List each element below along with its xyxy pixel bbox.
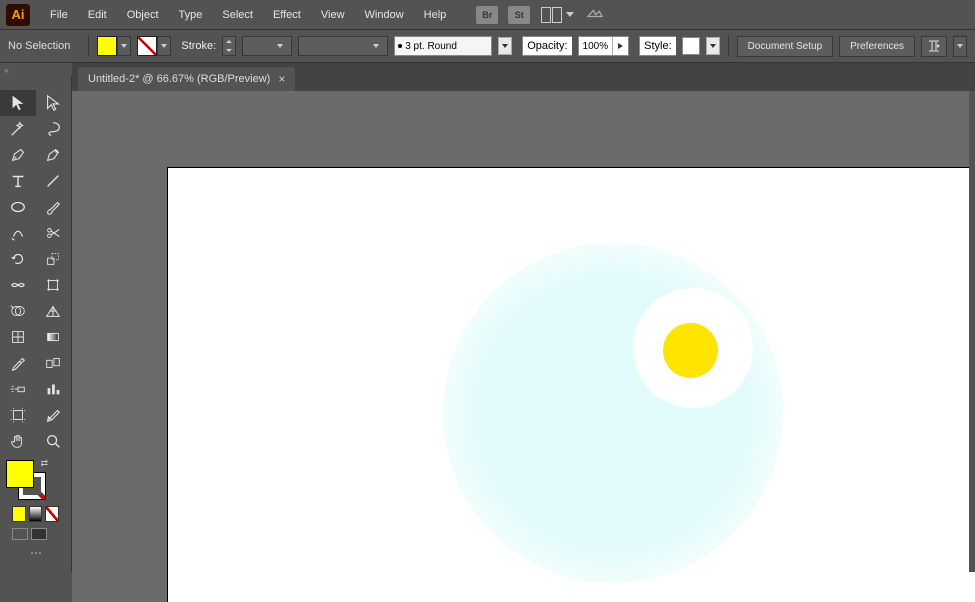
blend-tool[interactable] xyxy=(36,350,72,376)
preferences-button[interactable]: Preferences xyxy=(839,36,915,57)
edit-toolbar-icon[interactable] xyxy=(27,552,45,562)
width-tool[interactable] xyxy=(0,272,36,298)
artboard-tool[interactable] xyxy=(0,402,36,428)
menu-effect[interactable]: Effect xyxy=(263,5,311,25)
shaper-tool[interactable] xyxy=(0,220,36,246)
color-mode-solid[interactable] xyxy=(12,506,26,522)
curvature-tool[interactable] xyxy=(36,142,72,168)
scissors-tool[interactable] xyxy=(36,220,72,246)
magic-wand-tool[interactable] xyxy=(0,116,36,142)
selection-tool[interactable] xyxy=(0,90,36,116)
rotate-tool[interactable] xyxy=(0,246,36,272)
direct-selection-tool[interactable] xyxy=(36,90,72,116)
hand-tool[interactable] xyxy=(0,428,36,454)
chevron-right-icon xyxy=(612,37,628,55)
color-mode-none[interactable] xyxy=(45,506,59,522)
menu-select[interactable]: Select xyxy=(212,5,263,25)
artboard[interactable] xyxy=(168,168,975,602)
document-tabbar: Untitled-2* @ 66.67% (RGB/Preview) × xyxy=(72,63,975,91)
symbol-sprayer-tool[interactable] xyxy=(0,376,36,402)
options-bar: No Selection Stroke: 3 pt. Round Opacity… xyxy=(0,29,975,63)
swap-fill-stroke-icon[interactable]: ⇄ xyxy=(40,458,48,469)
slice-tool[interactable] xyxy=(36,402,72,428)
menu-edit[interactable]: Edit xyxy=(78,5,117,25)
ellipse-tool[interactable] xyxy=(0,194,36,220)
stroke-none-icon xyxy=(137,36,157,56)
menu-help[interactable]: Help xyxy=(414,5,457,25)
tools-panel: ⇄ xyxy=(0,76,72,572)
style-dropdown-arrow[interactable] xyxy=(706,37,720,55)
mesh-tool[interactable] xyxy=(0,324,36,350)
chevron-down-icon[interactable] xyxy=(953,36,967,57)
fill-box[interactable] xyxy=(6,460,34,488)
free-transform-tool[interactable] xyxy=(36,272,72,298)
fill-swatch[interactable] xyxy=(97,36,131,56)
gradient-tool[interactable] xyxy=(36,324,72,350)
paintbrush-tool[interactable] xyxy=(36,194,72,220)
fill-stroke-control[interactable]: ⇄ xyxy=(6,460,46,500)
menubar-right: Br St xyxy=(476,6,606,24)
close-icon[interactable]: × xyxy=(278,72,285,86)
selection-label: No Selection xyxy=(8,40,70,52)
brush-dropdown-arrow[interactable] xyxy=(498,37,512,55)
chevron-down-icon xyxy=(117,36,131,56)
column-graph-tool[interactable] xyxy=(36,376,72,402)
brush-definition[interactable]: 3 pt. Round xyxy=(394,36,492,56)
bridge-icon[interactable]: Br xyxy=(476,6,498,24)
perspective-grid-tool[interactable] xyxy=(36,298,72,324)
scale-tool[interactable] xyxy=(36,246,72,272)
menu-object[interactable]: Object xyxy=(117,5,169,25)
chevron-down-icon xyxy=(566,12,574,17)
align-to-button[interactable] xyxy=(921,36,947,57)
canvas-area[interactable] xyxy=(72,91,975,602)
chevron-down-icon xyxy=(273,36,287,56)
screen-mode-row xyxy=(6,524,65,544)
chevron-down-icon xyxy=(369,36,383,56)
zoom-tool[interactable] xyxy=(36,428,72,454)
arrange-documents[interactable] xyxy=(540,7,574,23)
document-tab-title: Untitled-2* @ 66.67% (RGB/Preview) xyxy=(88,73,270,85)
eyedropper-tool[interactable] xyxy=(0,350,36,376)
menu-view[interactable]: View xyxy=(311,5,355,25)
artwork-soft-circle[interactable] xyxy=(443,243,783,583)
menu-type[interactable]: Type xyxy=(169,5,213,25)
opacity-input[interactable]: 100% xyxy=(578,36,630,56)
stroke-weight-stepper[interactable] xyxy=(222,36,236,56)
color-mode-row xyxy=(6,504,65,524)
type-tool[interactable] xyxy=(0,168,36,194)
fill-color-icon xyxy=(97,36,117,56)
line-tool[interactable] xyxy=(36,168,72,194)
stroke-swatch[interactable] xyxy=(137,36,171,56)
color-controls: ⇄ xyxy=(0,454,71,562)
menubar: Ai File Edit Object Type Select Effect V… xyxy=(0,0,975,29)
stroke-weight-input[interactable] xyxy=(242,36,292,56)
style-label: Style: xyxy=(639,36,676,56)
chevron-down-icon xyxy=(157,36,171,56)
color-mode-gradient[interactable] xyxy=(29,506,43,522)
shape-builder-tool[interactable] xyxy=(0,298,36,324)
document-setup-button[interactable]: Document Setup xyxy=(737,36,833,57)
lasso-tool[interactable] xyxy=(36,116,72,142)
dot-icon xyxy=(398,44,402,48)
stock-icon[interactable]: St xyxy=(508,6,530,24)
app-icon: Ai xyxy=(6,4,30,26)
menu-window[interactable]: Window xyxy=(355,5,414,25)
menu-file[interactable]: File xyxy=(40,5,78,25)
gpu-preview-icon[interactable] xyxy=(584,6,606,23)
graphic-style-swatch[interactable] xyxy=(682,37,700,55)
pen-tool[interactable] xyxy=(0,142,36,168)
stroke-label: Stroke: xyxy=(181,40,216,52)
screen-mode-normal[interactable] xyxy=(12,528,28,540)
artwork-yellow-circle[interactable] xyxy=(663,323,718,378)
opacity-label: Opacity: xyxy=(522,36,571,56)
vertical-scrollbar[interactable] xyxy=(969,91,975,572)
panel-collapse-handle[interactable] xyxy=(0,63,72,77)
variable-width-profile[interactable] xyxy=(298,36,388,56)
screen-mode-full[interactable] xyxy=(31,528,47,540)
document-tab[interactable]: Untitled-2* @ 66.67% (RGB/Preview) × xyxy=(78,67,295,91)
